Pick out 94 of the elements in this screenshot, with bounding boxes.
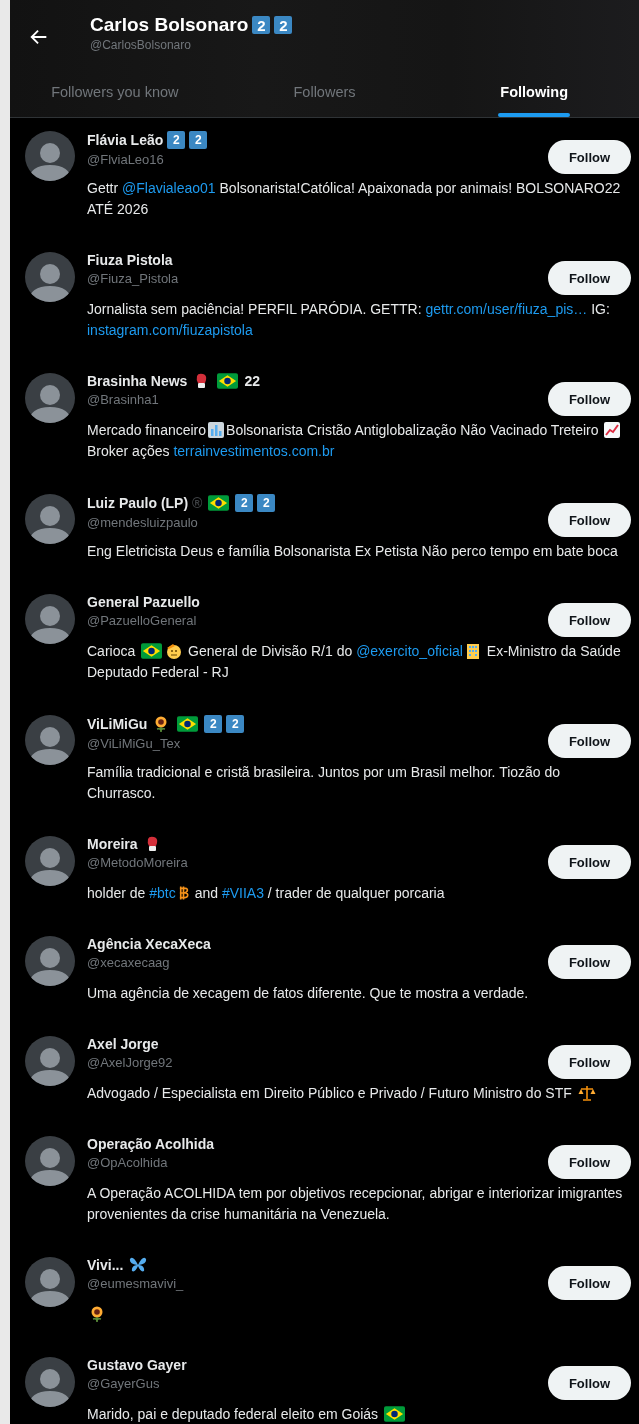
sunflower-icon: [89, 1306, 105, 1322]
avatar[interactable]: [25, 1136, 75, 1186]
bar-chart-icon: [208, 422, 225, 438]
user-handle: @OpAcolhida: [87, 1155, 169, 1170]
avatar[interactable]: [25, 252, 75, 302]
user-handle: @FlviaLeo16: [87, 152, 165, 167]
user-name[interactable]: Flávia Leão: [87, 132, 164, 148]
user-bio: Uma agência de xecagem de fatos diferente. Que te mostra a verdade.: [87, 984, 530, 1003]
user-handle: @mendesluizpaulo: [87, 515, 199, 530]
brazil-flag-icon: [383, 1406, 405, 1422]
tab[interactable]: Followers: [219, 72, 430, 117]
user-bio: holder de #btc and #VIIA3 / trader de qualquer porcaria: [87, 884, 446, 903]
avatar[interactable]: [25, 936, 75, 986]
avatar[interactable]: [25, 715, 75, 765]
bio-link[interactable]: @exercito_oficial: [356, 643, 463, 659]
follow-button[interactable]: Follow: [548, 382, 631, 416]
follow-button[interactable]: Follow: [548, 1045, 631, 1079]
user-bio: Jornalista sem paciência! PERFIL PARÓDIA. GETTR: gettr.com/user/fiuza_pis… IG: instagram.com/fiuzapistola: [87, 300, 611, 340]
avatar[interactable]: [25, 594, 75, 644]
avatar[interactable]: [25, 131, 75, 181]
profile-handle: @CarlosBolsonaro: [90, 38, 192, 52]
avatar[interactable]: [25, 836, 75, 886]
brazil-flag-icon: [208, 495, 230, 511]
keycap-digit: 2: [204, 715, 223, 733]
user-name[interactable]: ViLiMiGu: [87, 716, 148, 732]
follow-button[interactable]: Follow: [548, 1145, 631, 1179]
bio-link[interactable]: @Flavialeao01: [122, 180, 216, 196]
follow-button[interactable]: Follow: [548, 261, 631, 295]
bitcoin-icon: [177, 885, 189, 901]
avatar[interactable]: [25, 1357, 75, 1407]
office-building-icon: [464, 643, 481, 659]
butterfly-icon: [129, 1257, 148, 1273]
balance-scale-icon: [577, 1085, 596, 1101]
user-bio: A Operação ACOLHIDA tem por objetivos recepcionar, abrigar e interiorizar imigrantes provenientes da crise humanitária na Venezuela.: [87, 1184, 624, 1224]
bio-link[interactable]: #VIIA3: [221, 885, 264, 901]
avatar[interactable]: [25, 1257, 75, 1307]
profile-name: Carlos Bolsonaro: [90, 14, 249, 36]
user-name[interactable]: Luiz Paulo (LP): [87, 495, 189, 511]
user-bio: Carioca General de Divisão R/1 do @exercito_oficial Ex-Ministro da Saúde Deputado Federal - RJ: [87, 642, 622, 682]
user-handle: @AxelJorge92: [87, 1055, 173, 1070]
keycap-digit: 2: [189, 131, 208, 149]
follow-button[interactable]: Follow: [548, 1266, 631, 1300]
follow-button[interactable]: Follow: [548, 945, 631, 979]
brazil-flag-icon: [217, 373, 239, 389]
user-handle: @ViLiMiGu_Tex: [87, 736, 182, 751]
user-bio: Eng Eletricista Deus e família Bolsonarista Ex Petista Não perco tempo em bate boca: [87, 542, 619, 561]
user-name[interactable]: Brasinha News: [87, 373, 188, 389]
follow-button[interactable]: Follow: [548, 845, 631, 879]
user-bio: Família tradicional e cristã brasileira. Juntos por um Brasil melhor. Tiozão do Churrasco.: [87, 763, 562, 803]
bio-link[interactable]: gettr.com/user/fiuza_pis…: [425, 301, 588, 317]
name-suffix: 22: [244, 373, 260, 389]
user-name[interactable]: Operação Acolhida: [87, 1136, 215, 1152]
user-bio: Advogado / Especialista em Direito Público e Privado / Futuro Ministro do STF: [87, 1083, 631, 1104]
brazil-flag-icon: [141, 643, 163, 659]
user-name[interactable]: Axel Jorge: [87, 1036, 159, 1052]
user-name[interactable]: Agência XecaXeca: [87, 936, 211, 952]
keycap-digit: 2: [235, 494, 254, 512]
user-handle: @eumesmavivi_: [87, 1276, 184, 1291]
user-bio: Gettr @Flavialeao01 Bolsonarista!Católica! Apaixonada por animais! BOLSONARO22 ATÉ 2026: [87, 179, 622, 219]
user-name[interactable]: Vivi...: [87, 1257, 124, 1273]
follow-button[interactable]: Follow: [548, 140, 631, 174]
follow-button[interactable]: Follow: [548, 603, 631, 637]
user-name[interactable]: General Pazuello: [87, 594, 200, 610]
user-handle: @PazuelloGeneral: [87, 613, 198, 628]
brazil-flag-icon: [177, 716, 199, 732]
user-handle: @xecaxecaag: [87, 955, 171, 970]
tab[interactable]: Following: [429, 72, 639, 117]
user-handle: @Fiuza_Pistola: [87, 271, 179, 286]
keycap-digit: 2: [167, 131, 186, 149]
saluting-face-icon: [166, 643, 183, 659]
avatar[interactable]: [25, 1036, 75, 1086]
user-name[interactable]: Gustavo Gayer: [87, 1357, 187, 1373]
user-name[interactable]: Moreira: [87, 836, 138, 852]
registered-mark: ®: [192, 495, 203, 511]
user-name[interactable]: Fiuza Pistola: [87, 252, 173, 268]
tab[interactable]: Followers you know: [10, 72, 220, 117]
keycap-digit: 2: [274, 16, 293, 34]
user-handle: @Brasinha1: [87, 392, 160, 407]
keycap-digit: 2: [252, 16, 271, 34]
avatar[interactable]: [25, 373, 75, 423]
user-bio: Mercado financeiro Bolsonarista Cristão Antiglobalização Não Vacinado Treteiro Broker ações terrainvestimentos.com.br: [87, 420, 631, 462]
user-bio: Marido, pai e deputado federal eleito em Goiás: [87, 1404, 631, 1424]
user-handle: @GayerGus: [87, 1376, 161, 1391]
follow-button[interactable]: Follow: [548, 503, 631, 537]
avatar[interactable]: [25, 494, 75, 544]
follow-button[interactable]: Follow: [548, 724, 631, 758]
follow-button[interactable]: Follow: [548, 1366, 631, 1400]
keycap-digit: 2: [226, 715, 245, 733]
bio-link[interactable]: terrainvestimentos.com.br: [173, 443, 335, 459]
keycap-digit: 2: [257, 494, 276, 512]
user-handle: @MetodoMoreira: [87, 855, 188, 870]
trend-chart-icon: [604, 422, 621, 438]
bio-link[interactable]: instagram.com/fiuzapistola: [87, 322, 253, 338]
bio-link[interactable]: #btc: [149, 885, 176, 901]
